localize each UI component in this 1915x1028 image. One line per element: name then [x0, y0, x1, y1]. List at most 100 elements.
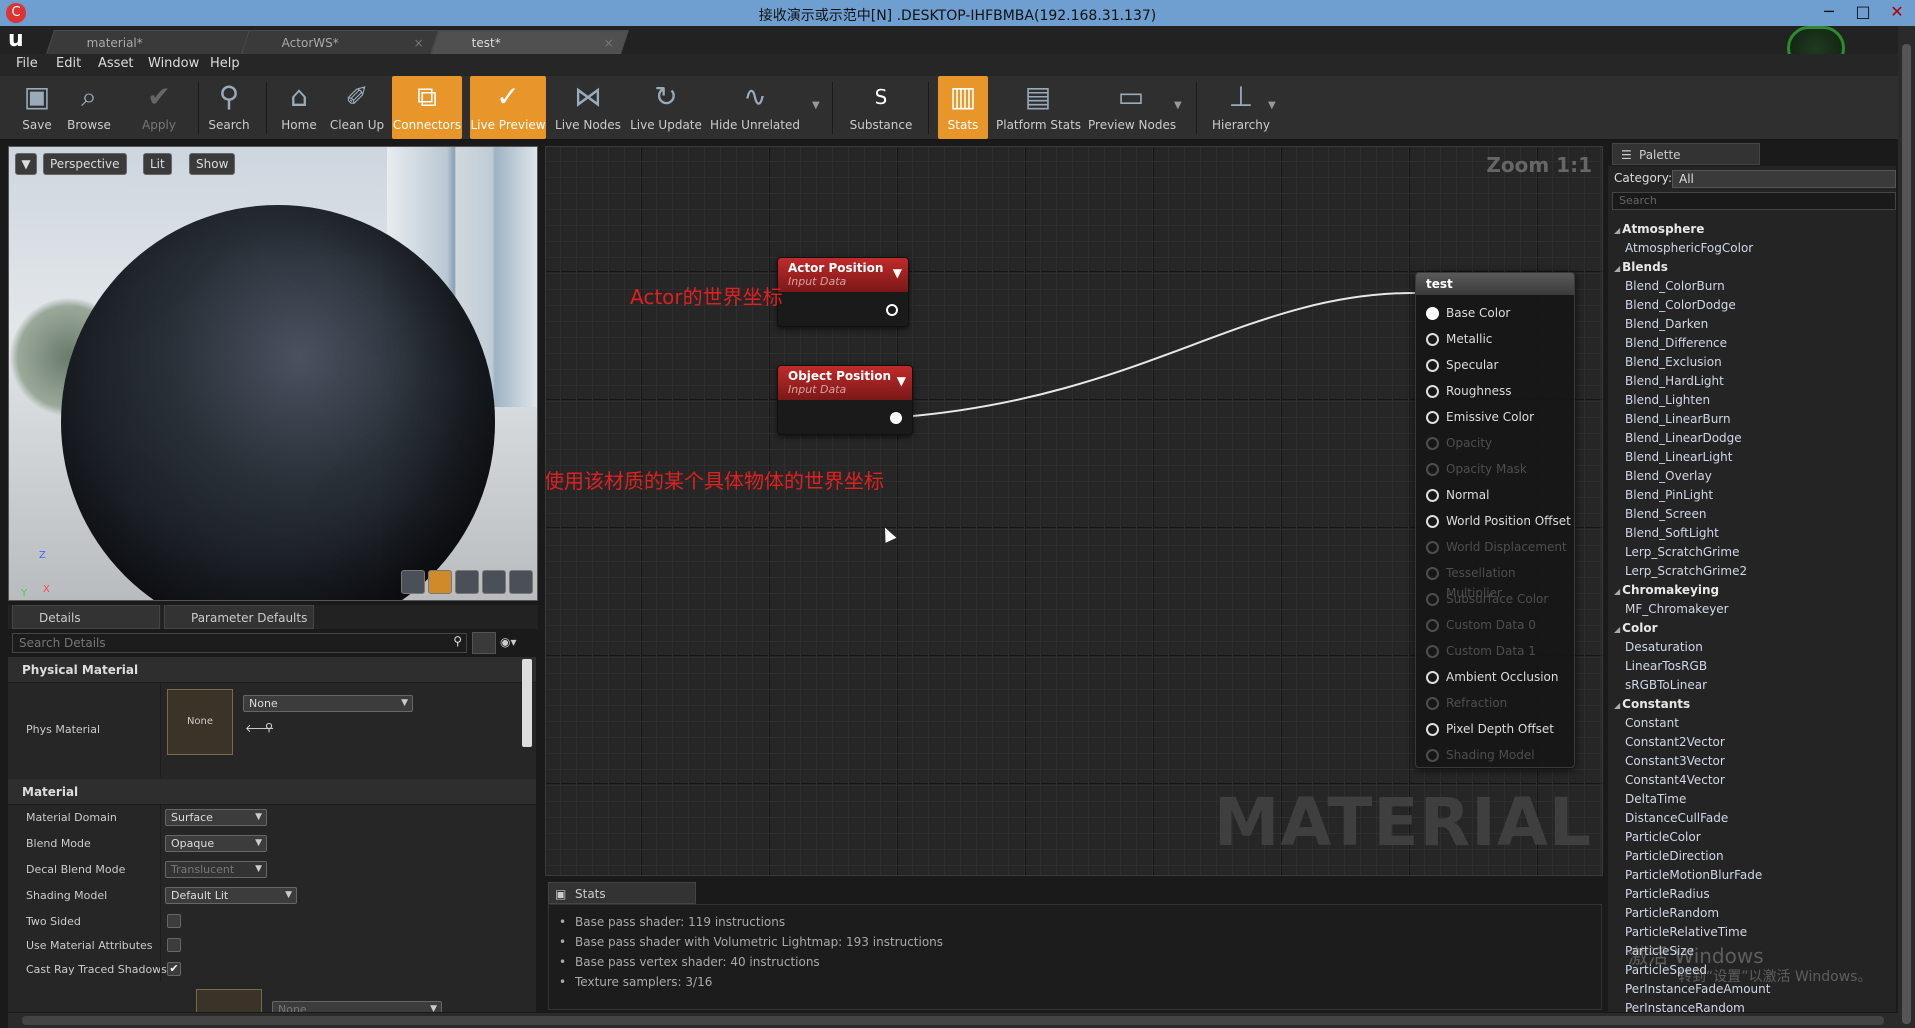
palette-item[interactable]: ParticleRandom — [1625, 906, 1719, 920]
tab-parameter-defaults[interactable]: Parameter Defaults — [164, 605, 314, 629]
lit-button[interactable]: Lit — [143, 153, 172, 175]
palette-item[interactable]: sRGBToLinear — [1625, 678, 1707, 692]
two-sided-checkbox[interactable] — [167, 914, 181, 928]
input-pin-world-position-offset[interactable]: World Position Offset — [1426, 511, 1571, 531]
palette-item[interactable]: Lerp_ScratchGrime — [1625, 545, 1739, 559]
palette-item[interactable]: Blend_PinLight — [1625, 488, 1713, 502]
chevron-down-icon[interactable]: ▼ — [893, 266, 902, 280]
details-search-input[interactable]: Search Details ⚲ — [12, 633, 467, 653]
horizontal-scrollbar[interactable] — [8, 1013, 1898, 1028]
palette-item[interactable]: Constant — [1625, 716, 1679, 730]
show-button[interactable]: Show — [189, 153, 236, 175]
browse-button[interactable]: ⌕ Browse — [64, 76, 114, 139]
input-pin-emissive-color[interactable]: Emissive Color — [1426, 407, 1534, 427]
palette-item[interactable]: Blend_LinearDodge — [1625, 431, 1742, 445]
preview-viewport[interactable]: ▼ Perspective Lit Show Z X Y — [8, 146, 538, 601]
palette-item[interactable]: Blend_SoftLight — [1625, 526, 1719, 540]
close-icon[interactable]: × — [604, 31, 614, 55]
input-pin-opacity-mask[interactable]: Opacity Mask — [1426, 459, 1527, 479]
eye-icon[interactable]: ◉▾ — [500, 635, 517, 649]
viewport-options-button[interactable]: ▼ — [15, 153, 37, 175]
hide-unrelated-button[interactable]: ∿ Hide Unrelated — [708, 76, 802, 139]
palette-item[interactable]: Constant4Vector — [1625, 773, 1725, 787]
palette-search-input[interactable]: Search — [1612, 192, 1896, 210]
home-button[interactable]: ⌂ Home — [274, 76, 324, 139]
input-pin-opacity[interactable]: Opacity — [1426, 433, 1492, 453]
search-button[interactable]: ⚲ Search — [204, 76, 254, 139]
tab-actorws[interactable]: ActorWS* × — [241, 30, 439, 54]
palette-item[interactable]: Blend_Lighten — [1625, 393, 1710, 407]
plane-icon[interactable] — [455, 570, 479, 594]
input-pin-custom-data-1[interactable]: Custom Data 1 — [1426, 641, 1536, 661]
palette-item[interactable]: ParticleRelativeTime — [1625, 925, 1747, 939]
category-physical-material[interactable]: Physical Material — [8, 657, 536, 683]
palette-item[interactable]: Lerp_ScratchGrime2 — [1625, 564, 1747, 578]
menu-file[interactable]: File — [16, 56, 38, 71]
browse-search-icon[interactable]: ⚲ — [265, 721, 273, 734]
palette-item[interactable]: Constant3Vector — [1625, 754, 1725, 768]
tab-test[interactable]: test* × — [431, 30, 629, 54]
input-pin-roughness[interactable]: Roughness — [1426, 381, 1511, 401]
input-pin-world-displacement[interactable]: World Displacement — [1426, 537, 1567, 557]
sphere-icon[interactable] — [428, 570, 452, 594]
palette-item[interactable]: DeltaTime — [1625, 792, 1686, 806]
tab-stats[interactable]: ▣ Stats — [548, 882, 696, 904]
close-button[interactable]: ✕ — [1880, 0, 1914, 26]
connectors-button[interactable]: ⧉ Connectors — [392, 76, 462, 139]
node-actor-position[interactable]: Actor Position Input Data ▼ — [777, 257, 909, 327]
menu-edit[interactable]: Edit — [56, 56, 81, 71]
palette-item[interactable]: AtmosphericFogColor — [1625, 241, 1753, 255]
input-pin-refraction[interactable]: Refraction — [1426, 693, 1507, 713]
cylinder-icon[interactable] — [401, 570, 425, 594]
scrollbar-thumb[interactable] — [1902, 44, 1911, 1024]
palette-item[interactable]: ParticleRadius — [1625, 887, 1710, 901]
palette-item[interactable]: ParticleDirection — [1625, 849, 1724, 863]
use-material-attributes-checkbox[interactable] — [167, 938, 181, 952]
clean-up-button[interactable]: ✐ Clean Up — [328, 76, 386, 139]
result-node-test[interactable]: test Base Color Metallic Specular Roughness… — [1415, 272, 1575, 768]
tab-details[interactable]: Details — [12, 605, 160, 629]
palette-item[interactable]: Blend_Exclusion — [1625, 355, 1722, 369]
view-options-button[interactable] — [472, 632, 496, 654]
blend-mode-dropdown[interactable]: Opaque — [165, 835, 267, 852]
palette-item[interactable]: ParticleMotionBlurFade — [1625, 868, 1762, 882]
palette-item[interactable]: Blend_Darken — [1625, 317, 1708, 331]
asset-thumbnail[interactable]: None — [167, 689, 233, 755]
category-dropdown[interactable]: All — [1672, 170, 1896, 188]
asset-thumbnail[interactable] — [196, 989, 262, 1012]
chevron-down-icon[interactable]: ▼ — [897, 374, 906, 388]
palette-category[interactable]: Constants — [1614, 697, 1690, 711]
palette-item[interactable]: Blend_ColorDodge — [1625, 298, 1736, 312]
input-pin-shading-model[interactable]: Shading Model — [1426, 745, 1535, 765]
hierarchy-dropdown[interactable]: ▼ — [1268, 100, 1276, 111]
menu-asset[interactable]: Asset — [98, 56, 134, 71]
maximize-button[interactable]: □ — [1846, 0, 1880, 26]
decal-blend-mode-dropdown[interactable]: Translucent — [165, 861, 267, 878]
input-pin-normal[interactable]: Normal — [1426, 485, 1489, 505]
input-pin-base-color[interactable]: Base Color — [1426, 303, 1510, 323]
phys-material-dropdown[interactable]: None — [243, 695, 413, 712]
input-pin-subsurface-color[interactable]: Subsurface Color — [1426, 589, 1548, 609]
save-button[interactable]: ▣ Save — [14, 76, 60, 139]
output-pin[interactable] — [890, 412, 902, 424]
palette-item[interactable]: MF_Chromakeyer — [1625, 602, 1729, 616]
palette-category[interactable]: Blends — [1614, 260, 1668, 274]
palette-item[interactable]: Blend_Difference — [1625, 336, 1727, 350]
stats-button[interactable]: ▥ Stats — [938, 76, 988, 139]
palette-item[interactable]: Blend_ColorBurn — [1625, 279, 1725, 293]
palette-item[interactable]: Blend_Overlay — [1625, 469, 1712, 483]
minimize-button[interactable]: ─ — [1812, 0, 1846, 26]
palette-item[interactable]: Blend_HardLight — [1625, 374, 1724, 388]
palette-item[interactable]: Blend_Screen — [1625, 507, 1706, 521]
category-material[interactable]: Material — [8, 779, 536, 805]
palette-category[interactable]: Atmosphere — [1614, 222, 1704, 236]
cube-icon[interactable] — [482, 570, 506, 594]
apply-button[interactable]: ✔ Apply — [134, 76, 184, 139]
input-pin-tessellation-multiplier[interactable]: Tessellation Multiplier — [1426, 563, 1574, 600]
palette-item[interactable]: Blend_LinearLight — [1625, 450, 1732, 464]
input-pin-specular[interactable]: Specular — [1426, 355, 1498, 375]
palette-category[interactable]: Color — [1614, 621, 1657, 635]
input-pin-ambient-occlusion[interactable]: Ambient Occlusion — [1426, 667, 1558, 687]
platform-stats-button[interactable]: ▤ Platform Stats — [996, 76, 1081, 139]
details-scrollbar-thumb[interactable] — [522, 659, 532, 747]
